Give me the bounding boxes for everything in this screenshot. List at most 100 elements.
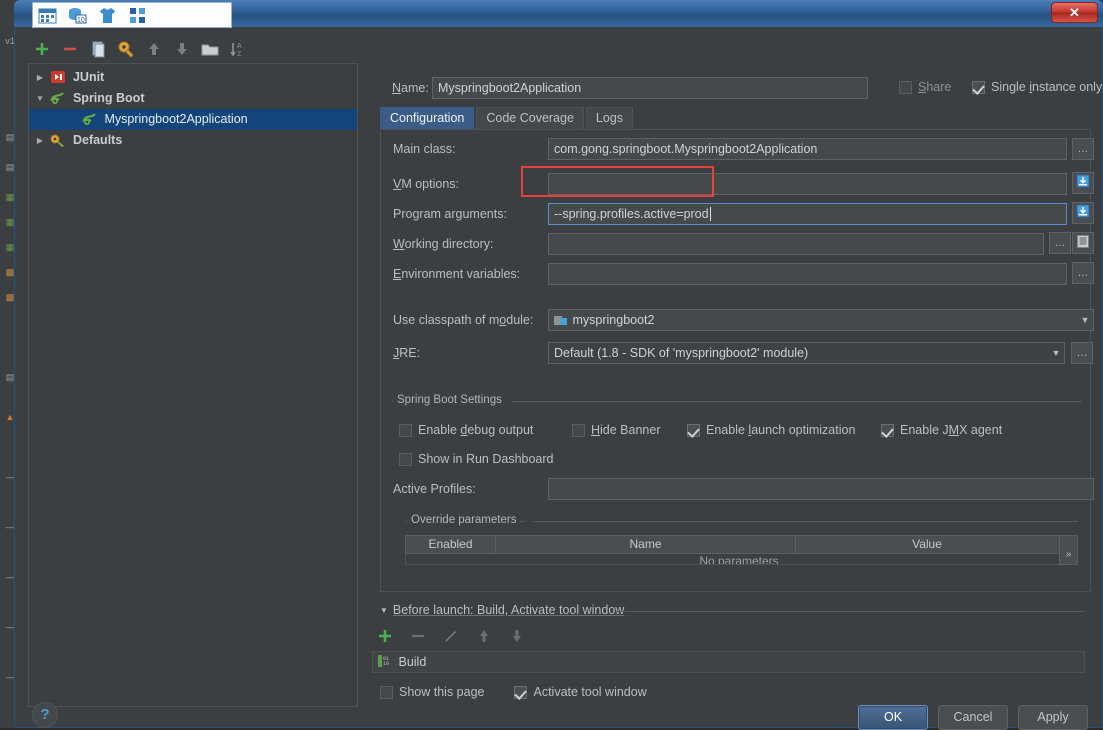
enable-jmx-agent-checkbox[interactable]: Enable JMX agent xyxy=(881,423,1002,437)
move-task-down-button[interactable] xyxy=(508,627,528,647)
override-parameters-table[interactable]: Enabled Name Value No parameters » xyxy=(405,535,1078,565)
activate-tool-window-box[interactable] xyxy=(514,685,528,699)
add-task-button[interactable] xyxy=(376,627,396,647)
before-launch-task-list[interactable]: 01 10 Build xyxy=(372,651,1085,673)
svg-text:A: A xyxy=(237,43,242,50)
move-up-button[interactable] xyxy=(144,39,164,59)
remove-task-button[interactable] xyxy=(409,627,429,647)
jre-browse-button[interactable]: … xyxy=(1071,342,1093,364)
enable-launch-optimization-label: Enable launch optimization xyxy=(706,423,856,437)
share-checkbox-box[interactable] xyxy=(899,80,912,94)
vm-options-input[interactable] xyxy=(548,173,1067,195)
spring-boot-icon xyxy=(50,91,66,105)
module-label: Use classpath of module: xyxy=(393,313,534,327)
program-arguments-input[interactable]: --spring.profiles.active=prod xyxy=(548,203,1067,225)
group-divider xyxy=(533,521,1078,522)
tree-item-defaults[interactable]: ▶ Defaults xyxy=(29,130,357,151)
hide-banner-box[interactable] xyxy=(572,423,585,437)
environment-variables-label: Environment variables: xyxy=(393,267,521,281)
tree-item-label: Myspringboot2Application xyxy=(104,112,248,126)
remove-configuration-button[interactable] xyxy=(60,39,80,59)
move-task-up-button[interactable] xyxy=(475,627,495,647)
spring-boot-icon xyxy=(82,112,98,126)
table-header-name[interactable]: Name xyxy=(496,536,796,553)
grid-icon[interactable] xyxy=(128,6,147,25)
vm-options-expand-button[interactable] xyxy=(1072,172,1094,194)
tree-item-myspringboot2application[interactable]: Myspringboot2Application xyxy=(29,109,357,130)
expand-arrow-icon[interactable]: ▶ xyxy=(33,130,47,151)
show-in-run-dashboard-checkbox[interactable]: Show in Run Dashboard xyxy=(399,452,554,466)
program-arguments-expand-button[interactable] xyxy=(1072,202,1094,224)
before-launch-options: Show this page Activate tool window xyxy=(380,685,647,699)
hide-banner-checkbox[interactable]: Hide Banner xyxy=(572,423,661,437)
table-empty-message: No parameters xyxy=(405,554,1073,565)
override-parameters-title: Override parameters xyxy=(407,514,521,526)
main-class-browse-button[interactable]: … xyxy=(1072,138,1094,160)
show-this-page-checkbox[interactable]: Show this page xyxy=(380,685,484,699)
jre-combo[interactable]: Default (1.8 - SDK of 'myspringboot2' mo… xyxy=(548,342,1065,364)
floating-overlay-toolbar: 10 xyxy=(32,2,232,28)
share-checkbox-label: Share xyxy=(918,80,952,94)
copy-configuration-button[interactable] xyxy=(88,39,108,59)
edit-task-button[interactable] xyxy=(442,627,462,647)
environment-variables-input[interactable] xyxy=(548,263,1067,285)
table-header-value[interactable]: Value xyxy=(796,536,1058,553)
environment-variables-browse-button[interactable]: … xyxy=(1072,262,1094,284)
table-header-enabled[interactable]: Enabled xyxy=(406,536,496,553)
activate-tool-window-label: Activate tool window xyxy=(533,685,647,699)
expand-arrow-icon[interactable]: ▶ xyxy=(33,67,47,88)
calendar-icon[interactable] xyxy=(38,6,57,25)
module-icon xyxy=(554,312,569,330)
show-this-page-label: Show this page xyxy=(399,685,485,699)
help-icon[interactable]: ? xyxy=(32,702,58,728)
main-class-input[interactable]: com.gong.springboot.Myspringboot2Applica… xyxy=(548,138,1067,160)
working-directory-macros-button[interactable] xyxy=(1072,232,1094,254)
edit-defaults-button[interactable] xyxy=(116,39,136,59)
enable-debug-output-box[interactable] xyxy=(399,423,412,437)
chevron-down-icon[interactable]: ▼ xyxy=(1078,310,1092,330)
show-this-page-box[interactable] xyxy=(380,685,393,699)
defaults-key-icon xyxy=(50,133,66,147)
tab-configuration[interactable]: Configuration xyxy=(380,107,475,129)
chevron-down-icon[interactable]: ▼ xyxy=(1049,343,1063,363)
single-instance-checkbox[interactable]: Single instance only xyxy=(972,80,1102,94)
hide-banner-label: Hide Banner xyxy=(591,423,661,437)
sort-configurations-button[interactable]: AZ xyxy=(228,39,248,59)
single-instance-checkbox-box[interactable] xyxy=(972,80,985,94)
ok-button[interactable]: OK xyxy=(858,705,928,730)
create-folder-button[interactable] xyxy=(200,39,220,59)
junit-icon xyxy=(50,70,66,84)
working-directory-input[interactable] xyxy=(548,233,1044,255)
activate-tool-window-checkbox[interactable]: Activate tool window xyxy=(514,685,647,699)
active-profiles-input[interactable] xyxy=(548,478,1094,500)
tree-item-junit[interactable]: ▶ JUnit xyxy=(29,67,357,88)
enable-launch-optimization-checkbox[interactable]: Enable launch optimization xyxy=(687,423,855,437)
debug-db-icon[interactable]: 10 xyxy=(68,6,87,25)
configuration-tree[interactable]: ▶ JUnit ▼ Spring Boot Myspringboot2Appli… xyxy=(28,63,358,707)
cancel-button[interactable]: Cancel xyxy=(938,705,1008,730)
tab-strip: Configuration Code Coverage Logs xyxy=(380,107,635,129)
collapse-arrow-icon[interactable]: ▼ xyxy=(380,606,388,615)
tree-item-spring-boot[interactable]: ▼ Spring Boot xyxy=(29,88,357,109)
collapse-arrow-icon[interactable]: ▼ xyxy=(33,88,47,109)
close-icon[interactable]: ✕ xyxy=(1051,2,1098,23)
run-debug-configurations-dialog: ebug Configurations ✕ 10 xyxy=(14,0,1103,730)
tab-logs[interactable]: Logs xyxy=(585,107,634,129)
name-input[interactable]: Myspringboot2Application xyxy=(432,77,868,99)
configuration-tree-toolbar: AZ xyxy=(28,37,358,61)
enable-debug-output-checkbox[interactable]: Enable debug output xyxy=(399,423,533,437)
tab-code-coverage[interactable]: Code Coverage xyxy=(476,107,584,129)
tshirt-icon[interactable] xyxy=(98,6,117,25)
show-in-run-dashboard-box[interactable] xyxy=(399,452,412,466)
apply-button[interactable]: Apply xyxy=(1018,705,1088,730)
working-directory-browse-button[interactable]: … xyxy=(1049,232,1071,254)
table-more-button[interactable]: » xyxy=(1059,535,1078,565)
add-configuration-button[interactable] xyxy=(32,39,52,59)
enable-jmx-agent-label: Enable JMX agent xyxy=(900,423,1003,437)
module-combo[interactable]: myspringboot2 xyxy=(548,309,1094,331)
enable-launch-optimization-box[interactable] xyxy=(687,423,700,437)
enable-jmx-agent-box[interactable] xyxy=(881,423,894,437)
before-launch-header[interactable]: ▼ Before launch: Build, Activate tool wi… xyxy=(366,603,1091,617)
move-down-button[interactable] xyxy=(172,39,192,59)
share-checkbox[interactable]: Share xyxy=(899,80,951,94)
